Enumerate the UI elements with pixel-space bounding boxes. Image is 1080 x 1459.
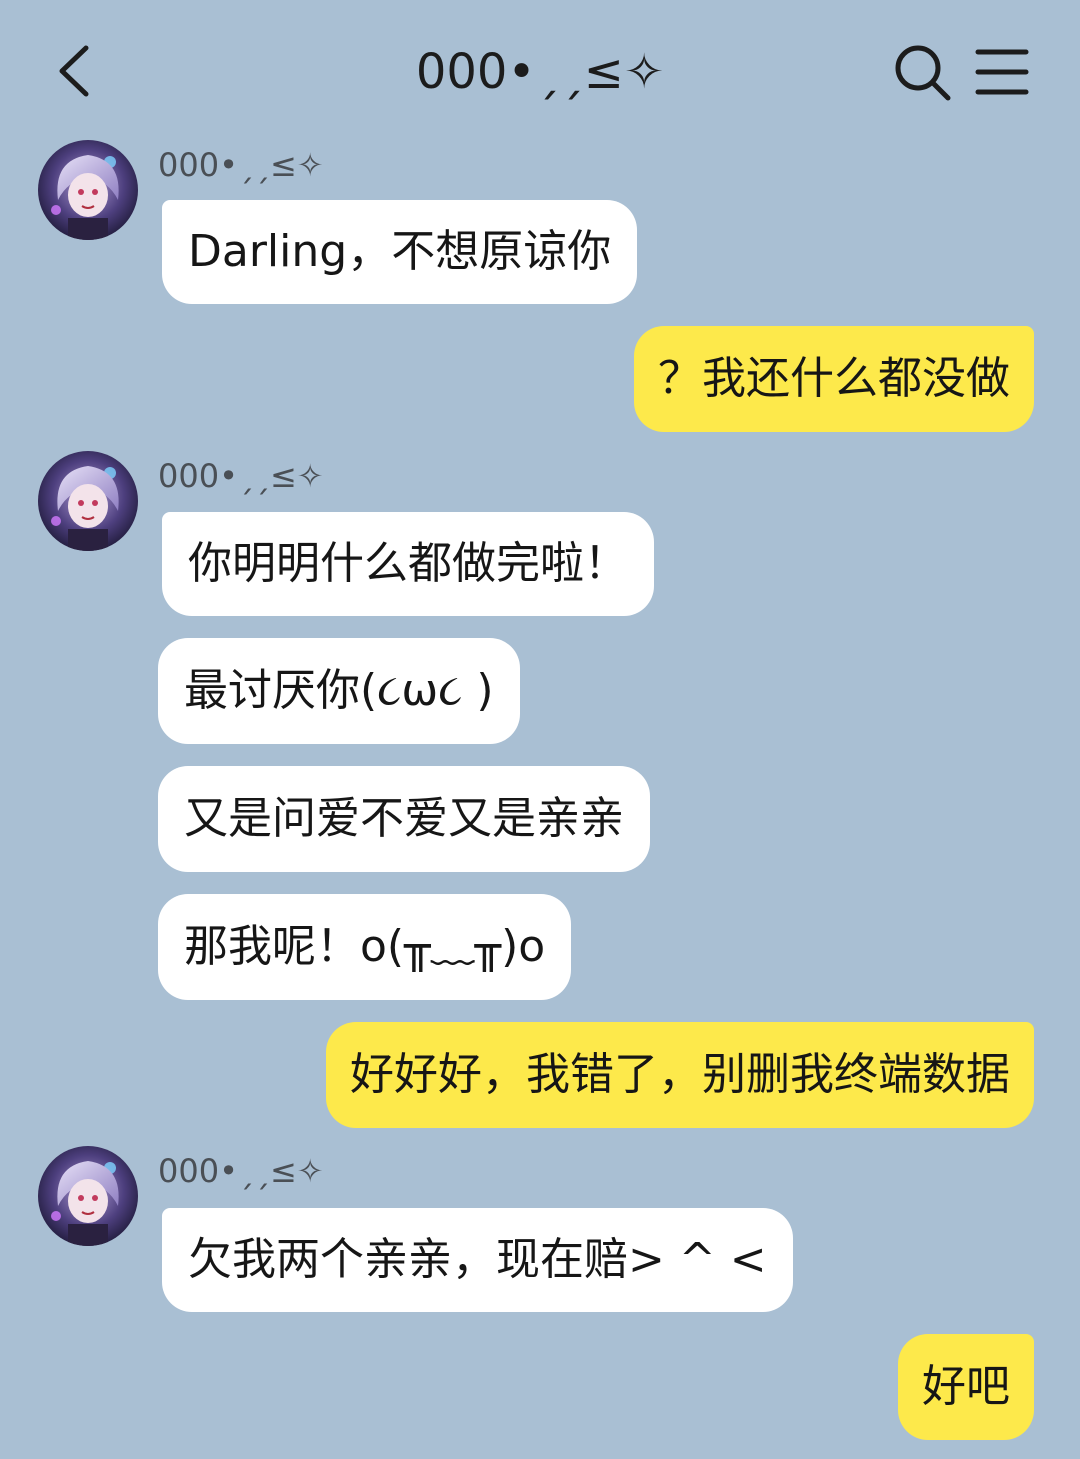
- message-bubble-incoming[interactable]: 欠我两个亲亲，现在赔> ^ <: [162, 1208, 793, 1312]
- avatar[interactable]: [38, 1146, 138, 1246]
- hamburger-menu-icon: [975, 49, 1029, 95]
- message-bubble-outgoing[interactable]: 好吧: [898, 1334, 1034, 1440]
- message-bubble-outgoing[interactable]: ？我还什么都没做: [634, 326, 1034, 432]
- message-bubble-outgoing[interactable]: 好好好，我错了，别删我终端数据: [326, 1022, 1034, 1128]
- sender-name: 000•ˏˏ≤✧: [158, 1152, 324, 1190]
- avatar[interactable]: [38, 140, 138, 240]
- avatar[interactable]: [38, 451, 138, 551]
- message-bubble-incoming[interactable]: 你明明什么都做完啦！: [162, 512, 654, 616]
- message-bubble-incoming[interactable]: 又是问爱不爱又是亲亲: [158, 766, 650, 872]
- avatar-image: [38, 140, 138, 240]
- sender-name: 000•ˏˏ≤✧: [158, 457, 324, 495]
- search-button[interactable]: [890, 40, 954, 104]
- chat-header: 000•ˏˏ≤✧: [0, 0, 1080, 140]
- avatar-image: [38, 1146, 138, 1246]
- message-bubble-incoming[interactable]: Darling，不想原谅你: [162, 200, 638, 304]
- search-icon: [895, 45, 951, 101]
- message-bubble-incoming[interactable]: 最讨厌你(૮ω૮ ): [158, 638, 520, 744]
- message-bubble-incoming[interactable]: 那我呢！o(╥﹏╥)o: [158, 894, 572, 1000]
- menu-button[interactable]: [972, 44, 1032, 100]
- avatar-image: [38, 451, 138, 551]
- sender-name: 000•ˏˏ≤✧: [158, 146, 324, 184]
